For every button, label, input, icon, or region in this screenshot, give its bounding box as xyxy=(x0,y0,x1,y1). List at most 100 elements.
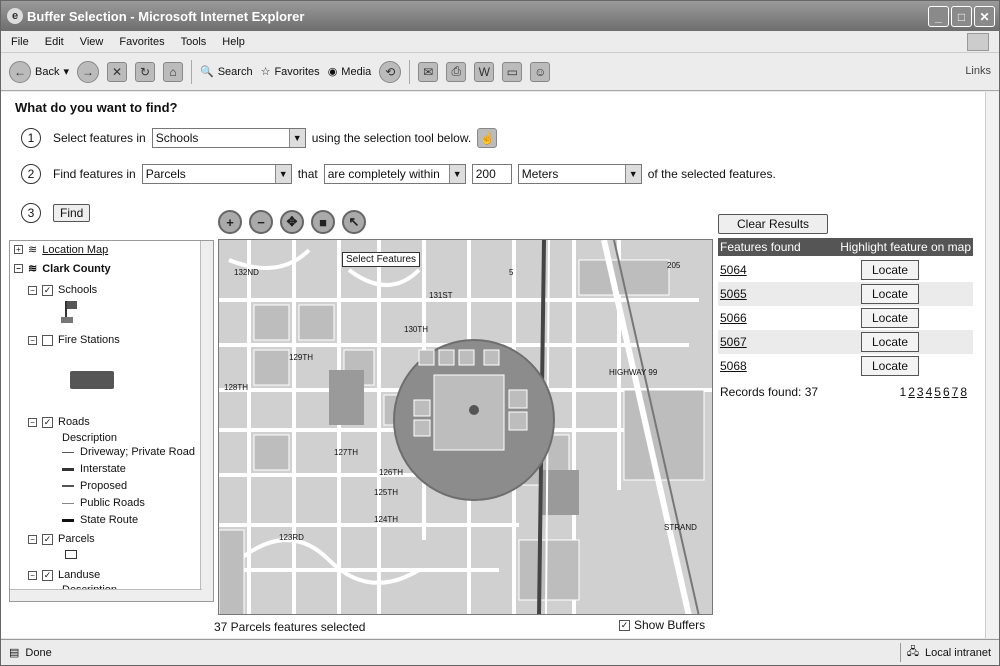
page-link[interactable]: 2 xyxy=(908,385,915,399)
page-link[interactable]: 6 xyxy=(943,385,950,399)
page-link[interactable]: 4 xyxy=(926,385,933,399)
chevron-down-icon: ▼ xyxy=(274,165,291,183)
maximize-button[interactable]: □ xyxy=(951,6,972,27)
messenger-button[interactable]: ☺ xyxy=(530,61,551,82)
history-button[interactable]: ⟲ xyxy=(379,60,402,83)
highlight-header: Highlight feature on map xyxy=(840,240,971,254)
back-button[interactable]: ← Back ▾ xyxy=(9,60,69,83)
street-label: 128TH xyxy=(224,383,248,392)
discuss-button[interactable]: ▭ xyxy=(502,61,523,82)
title-bar: e Buffer Selection - Microsoft Internet … xyxy=(1,1,999,31)
locate-button[interactable]: Locate xyxy=(860,284,919,304)
feature-link[interactable]: 5068 xyxy=(720,359,747,373)
distance-input[interactable]: 200 xyxy=(471,164,512,184)
table-row: 5064 Locate xyxy=(718,258,973,282)
page-link[interactable]: 3 xyxy=(917,385,924,399)
page-content: What do you want to find? 1 Select featu… xyxy=(1,92,986,638)
favorites-button[interactable]: ☆ Favorites xyxy=(260,65,320,79)
mail-button[interactable]: ✉ xyxy=(418,61,439,82)
forward-button[interactable]: → xyxy=(77,60,99,83)
media-button[interactable]: ◉ Media xyxy=(328,65,372,79)
table-of-contents: + ≋ Location Map − ≋ Clark County − ✓ Schools … xyxy=(9,240,214,602)
menu-tools[interactable]: Tools xyxy=(181,36,207,48)
school-flag-icon xyxy=(61,301,79,323)
show-buffers-checkbox[interactable]: ✓ xyxy=(619,619,630,631)
collapse-icon[interactable]: − xyxy=(28,570,37,580)
street-label: 123RD xyxy=(279,533,304,542)
locate-button[interactable]: Locate xyxy=(860,308,919,328)
full-extent-icon[interactable]: ■ xyxy=(311,210,335,234)
menu-help[interactable]: Help xyxy=(222,36,245,48)
page-link[interactable]: 5 xyxy=(934,385,941,399)
expand-icon[interactable]: + xyxy=(14,245,23,254)
street-label: 131ST xyxy=(429,291,453,300)
collapse-icon[interactable]: − xyxy=(28,285,37,295)
street-label: STRAND xyxy=(664,523,697,532)
highway-shield: 5 xyxy=(509,268,514,277)
fire-truck-icon xyxy=(70,371,114,389)
zoom-in-icon[interactable]: + xyxy=(218,210,242,234)
star-icon: ☆ xyxy=(260,66,271,78)
find-layer-dropdown[interactable]: Parcels ▼ xyxy=(141,164,292,184)
feature-link[interactable]: 5067 xyxy=(720,335,747,349)
landuse-checkbox[interactable]: ✓ xyxy=(42,569,53,581)
page-link[interactable]: 8 xyxy=(960,385,967,399)
collapse-icon[interactable]: − xyxy=(14,264,23,273)
refresh-button[interactable]: ↻ xyxy=(135,61,155,82)
minimize-button[interactable]: _ xyxy=(928,6,949,27)
zoom-out-icon[interactable]: − xyxy=(249,210,273,234)
show-buffers-label: Show Buffers xyxy=(634,618,706,632)
page-vertical-scrollbar[interactable] xyxy=(985,92,999,638)
locate-button[interactable]: Locate xyxy=(860,260,919,280)
records-found-label: Records found: 37 xyxy=(720,385,819,399)
menu-view[interactable]: View xyxy=(80,36,104,48)
stop-button[interactable]: ✕ xyxy=(107,61,127,82)
toc-location-map[interactable]: + ≋ Location Map xyxy=(14,243,108,256)
fire-stations-checkbox[interactable] xyxy=(42,334,53,346)
print-button[interactable]: ⎙ xyxy=(446,61,467,82)
table-row: 5067 Locate xyxy=(718,330,973,354)
map-tooltip: Select Features xyxy=(342,252,421,267)
collapse-icon[interactable]: − xyxy=(28,534,37,544)
units-dropdown[interactable]: Meters ▼ xyxy=(517,164,642,184)
close-button[interactable]: ✕ xyxy=(974,6,995,27)
roads-checkbox[interactable]: ✓ xyxy=(42,416,53,428)
menu-file[interactable]: File xyxy=(11,36,29,48)
locate-button[interactable]: Locate xyxy=(860,356,919,376)
toc-horizontal-scrollbar[interactable] xyxy=(10,589,202,601)
find-button[interactable]: Find xyxy=(53,204,91,222)
menu-favorites[interactable]: Favorites xyxy=(119,36,164,48)
step-2-suffix: of the selected features. xyxy=(647,167,776,181)
toc-vertical-scrollbar[interactable] xyxy=(200,241,213,601)
feature-link[interactable]: 5064 xyxy=(720,263,747,277)
map-view[interactable]: 132ND 131ST 130TH 129TH 128TH 127TH 126T… xyxy=(218,239,713,615)
pan-icon[interactable]: ✥ xyxy=(280,210,304,234)
intranet-icon: 🖧 xyxy=(906,646,919,658)
relation-dropdown[interactable]: are completely within ▼ xyxy=(323,164,466,184)
schools-checkbox[interactable]: ✓ xyxy=(42,284,53,296)
toc-county: − ≋ Clark County xyxy=(14,262,111,275)
page-icon: ▤ xyxy=(9,647,20,659)
select-tool-icon[interactable]: ☝ xyxy=(477,128,498,148)
street-label: 125TH xyxy=(374,488,398,497)
feature-link[interactable]: 5066 xyxy=(720,311,747,325)
links-label[interactable]: Links xyxy=(965,65,991,77)
page-link[interactable]: 7 xyxy=(952,385,959,399)
parcels-checkbox[interactable]: ✓ xyxy=(42,533,53,545)
select-features-icon[interactable]: ↖ xyxy=(342,210,366,234)
collapse-icon[interactable]: − xyxy=(28,335,37,345)
toc-roads: − ✓ Roads xyxy=(28,416,90,428)
select-layer-dropdown[interactable]: Schools ▼ xyxy=(151,128,306,148)
edit-button[interactable]: W xyxy=(474,61,495,82)
clear-results-button[interactable]: Clear Results xyxy=(718,214,829,234)
search-button[interactable]: 🔍 Search xyxy=(200,65,253,79)
home-button[interactable]: ⌂ xyxy=(163,61,183,82)
chevron-down-icon: ▾ xyxy=(63,66,69,78)
street-label: 129TH xyxy=(289,353,313,362)
toc-parcels: − ✓ Parcels xyxy=(28,533,95,545)
feature-link[interactable]: 5065 xyxy=(720,287,747,301)
collapse-icon[interactable]: − xyxy=(28,417,37,427)
menu-edit[interactable]: Edit xyxy=(45,36,64,48)
street-label: HIGHWAY 99 xyxy=(609,368,658,377)
locate-button[interactable]: Locate xyxy=(860,332,919,352)
